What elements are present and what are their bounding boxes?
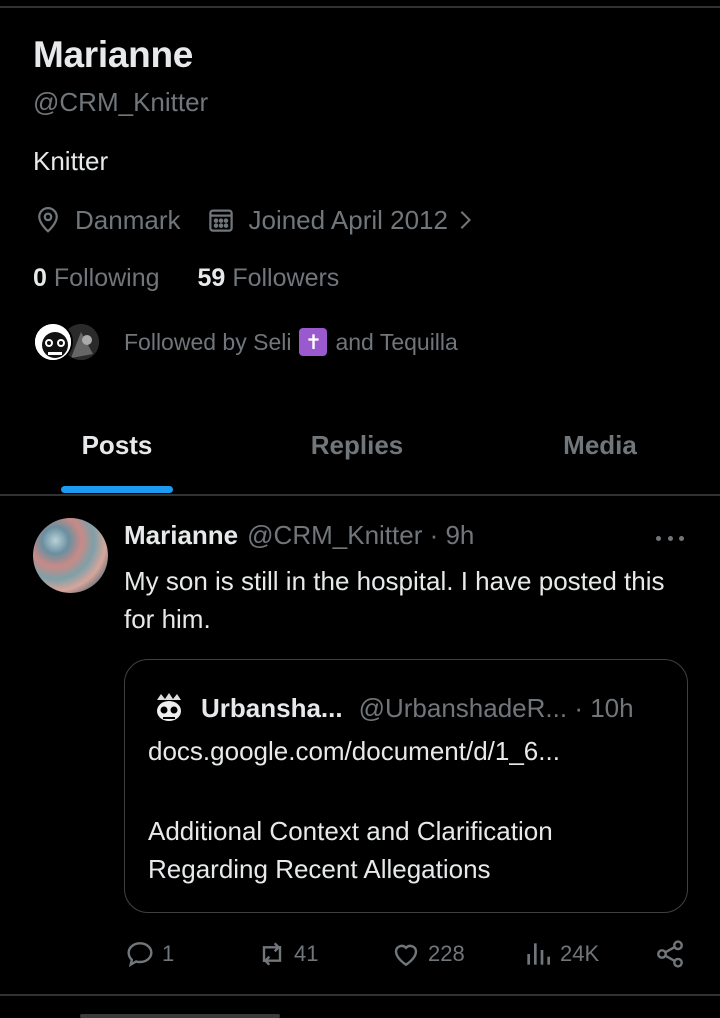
reply-count: 1 (162, 941, 175, 966)
post-author-avatar[interactable] (33, 518, 108, 593)
profile-handle: @CRM_Knitter (33, 87, 209, 117)
like-button[interactable]: 228 (390, 938, 465, 970)
avatar (33, 322, 73, 362)
location-pin-icon (38, 207, 58, 233)
post-divider (0, 994, 720, 996)
profile-name: Marianne (33, 34, 194, 75)
chevron-right-icon[interactable] (454, 209, 476, 231)
followers-link[interactable]: 59 Followers (198, 264, 340, 293)
more-options-icon[interactable] (654, 522, 686, 554)
top-divider (0, 6, 720, 8)
calendar-icon (209, 209, 234, 232)
like-count: 228 (428, 941, 465, 966)
views-count: 24K (560, 941, 600, 966)
post-text: My son is still in the hospital. I have … (124, 566, 665, 634)
following-link[interactable]: 0 Following (33, 264, 160, 293)
tab-replies[interactable]: Replies (297, 430, 417, 461)
cross-emoji: ✝ (299, 328, 328, 356)
active-tab-indicator (61, 486, 173, 493)
profile-bio: Knitter (33, 146, 109, 176)
views-chart-icon (527, 943, 550, 965)
reply-icon (127, 942, 153, 968)
quoted-post[interactable]: Urbansha... @UrbanshadeR... · 10h docs.g… (124, 659, 688, 913)
tab-posts[interactable]: Posts (61, 430, 173, 461)
quoted-post-header: Urbansha... @UrbanshadeR... · 10h (151, 690, 634, 726)
quoted-link[interactable]: docs.google.com/document/d/1_6... (148, 736, 560, 767)
followed-by-avatars (33, 320, 103, 364)
share-icon (657, 940, 683, 968)
followed-by-suffix: and Tequilla (335, 328, 458, 355)
location-text: Danmark (75, 204, 181, 235)
followed-by-prefix: Followed by Seli (124, 328, 292, 355)
post-author-meta: @CRM_Knitter · 9h (247, 520, 475, 550)
reply-button[interactable]: 1 (124, 938, 174, 970)
post[interactable]: Marianne @CRM_Knitter · 9h My son is sti… (0, 496, 720, 996)
followers-label: Followers (232, 264, 340, 292)
share-button[interactable] (654, 938, 692, 970)
follow-stats: 0 Following 59 Followers (33, 264, 339, 293)
following-count: 0 (33, 264, 47, 292)
quoted-author-name: Urbansha... (201, 692, 343, 723)
profile-meta: Danmark Joined April 2012 (33, 202, 476, 238)
heart-icon (394, 944, 418, 967)
repost-icon (262, 942, 282, 966)
quoted-body: Additional Context and Clarification Reg… (148, 816, 553, 884)
following-label: Following (53, 264, 160, 292)
repost-count: 41 (294, 941, 319, 966)
post-author-name[interactable]: Marianne (124, 520, 238, 551)
profile-tabs: Posts Replies Media (0, 410, 720, 496)
joined-date[interactable]: Joined April 2012 (248, 205, 447, 236)
post-actions: 1 41 228 24K (0, 932, 720, 978)
repost-button[interactable]: 41 (256, 938, 318, 970)
post-header: Marianne @CRM_Knitter · 9h (124, 520, 474, 551)
next-post-preview (80, 1010, 340, 1018)
followed-by[interactable]: Followed by Seli ✝ and Tequilla (33, 320, 458, 364)
quoted-author-meta: @UrbanshadeR... · 10h (358, 692, 634, 723)
quoted-author-avatar (151, 690, 187, 726)
views-button[interactable]: 24K (522, 938, 599, 970)
tab-media[interactable]: Media (545, 430, 655, 461)
followers-count: 59 (197, 264, 226, 292)
